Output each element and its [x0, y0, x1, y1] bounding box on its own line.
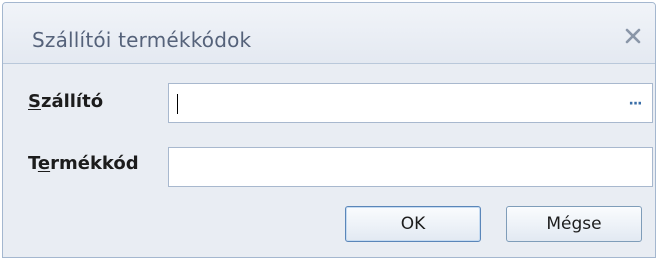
- browse-ellipsis-button[interactable]: ···: [622, 92, 648, 116]
- text-cursor: [177, 94, 178, 114]
- product-code-label: Termékkód: [28, 153, 139, 174]
- product-code-label-text: rmékkód: [50, 153, 139, 174]
- supplier-field[interactable]: ···: [168, 83, 653, 123]
- close-icon: [625, 28, 641, 44]
- product-code-label-first: T: [28, 153, 38, 174]
- supplier-label-text: zállító: [40, 91, 104, 112]
- product-code-field[interactable]: [168, 147, 653, 187]
- supplier-input[interactable]: [169, 84, 652, 122]
- title-bar: Szállítói termékkódok: [3, 3, 655, 64]
- ok-button[interactable]: OK: [345, 206, 481, 242]
- supplier-product-codes-dialog: Szállítói termékkódok Szállító ··· Termé…: [2, 2, 656, 258]
- supplier-label: Szállító: [28, 91, 103, 112]
- product-code-input[interactable]: [169, 148, 652, 186]
- product-code-label-accelerator: e: [37, 153, 51, 174]
- cancel-button[interactable]: Mégse: [506, 206, 642, 242]
- close-button[interactable]: [621, 24, 645, 48]
- supplier-label-accelerator: S: [28, 91, 41, 112]
- dialog-title: Szállítói termékkódok: [32, 28, 252, 52]
